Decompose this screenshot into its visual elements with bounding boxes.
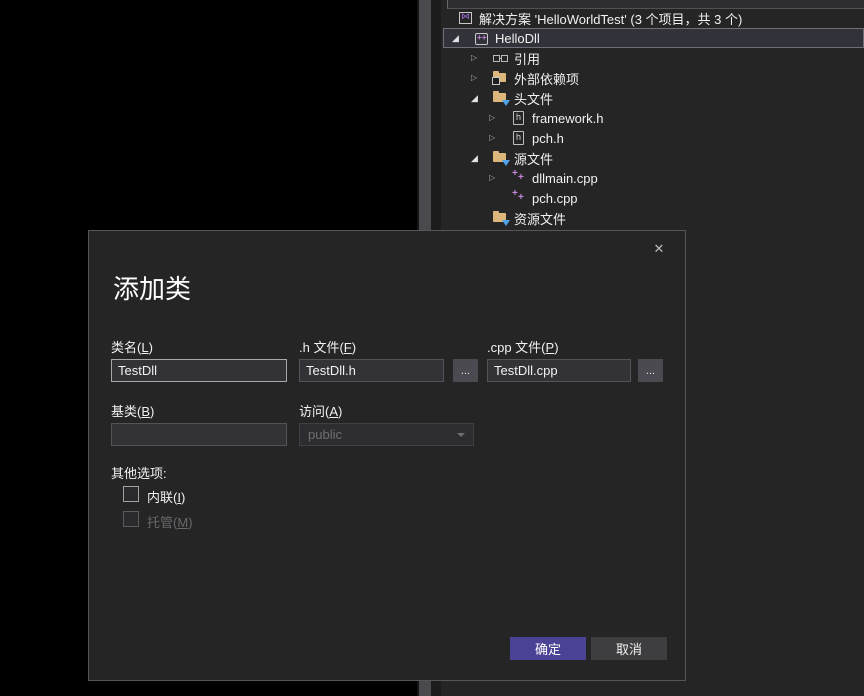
class-name-input[interactable] <box>111 359 287 382</box>
tree-item-label: 外部依赖项 <box>514 69 579 88</box>
class-name-label: 类名(L) <box>111 337 153 356</box>
managed-checkbox <box>123 511 139 527</box>
managed-checkbox-label: 托管(M) <box>147 512 193 531</box>
header-file-icon <box>511 110 527 126</box>
tree-item-label: dllmain.cpp <box>532 171 598 186</box>
tree-item-header-folder[interactable]: ◢ 头文件 <box>443 88 864 108</box>
access-dropdown-value: public <box>308 427 342 442</box>
tree-item-framework-h[interactable]: ▷ framework.h <box>443 108 864 128</box>
chevron-expanded-icon[interactable]: ◢ <box>471 148 493 168</box>
solution-explorer-tree: 解决方案 'HelloWorldTest' (3 个项目，共 3 个) ◢ He… <box>443 8 864 228</box>
filtered-folder-icon <box>493 210 509 226</box>
references-icon <box>493 50 509 66</box>
chevron-collapsed-icon[interactable]: ▷ <box>489 108 511 128</box>
inline-checkbox[interactable] <box>123 486 139 502</box>
filtered-folder-icon <box>493 90 509 106</box>
solution-icon <box>458 10 474 26</box>
tree-item-label: 引用 <box>514 49 540 68</box>
base-class-label: 基类(B) <box>111 401 154 420</box>
other-options-heading: 其他选项: <box>111 463 167 482</box>
cpp-file-icon <box>511 170 527 186</box>
chevron-collapsed-icon[interactable]: ▷ <box>471 68 493 88</box>
cpp-file-input[interactable] <box>487 359 631 382</box>
chevron-expanded-icon[interactable]: ◢ <box>452 28 474 48</box>
dialog-title: 添加类 <box>113 269 191 306</box>
tree-item-label: framework.h <box>532 111 604 126</box>
tree-item-pch-h[interactable]: ▷ pch.h <box>443 128 864 148</box>
h-file-input[interactable] <box>299 359 444 382</box>
tree-item-label: pch.cpp <box>532 191 578 206</box>
tree-item-solution[interactable]: 解决方案 'HelloWorldTest' (3 个项目，共 3 个) <box>443 8 864 28</box>
cpp-project-icon <box>474 30 490 46</box>
chevron-collapsed-icon[interactable]: ▷ <box>489 128 511 148</box>
h-file-browse-button[interactable]: ... <box>453 359 478 382</box>
tree-item-label: pch.h <box>532 131 564 146</box>
cpp-file-label: .cpp 文件(P) <box>487 337 559 356</box>
access-dropdown: public <box>299 423 474 446</box>
tree-item-pch-cpp[interactable]: pch.cpp <box>443 188 864 208</box>
tree-item-hellodll[interactable]: ◢ HelloDll <box>443 28 864 48</box>
filtered-folder-icon <box>493 150 509 166</box>
inline-checkbox-label: 内联(I) <box>147 487 185 506</box>
close-icon[interactable]: ✕ <box>649 239 669 259</box>
h-file-label: .h 文件(F) <box>299 337 356 356</box>
external-deps-folder-icon <box>493 70 509 86</box>
tree-item-label: 源文件 <box>514 149 553 168</box>
cpp-file-browse-button[interactable]: ... <box>638 359 663 382</box>
tree-item-external-deps[interactable]: ▷ 外部依赖项 <box>443 68 864 88</box>
add-class-dialog: ✕ 添加类 类名(L) .h 文件(F) .cpp 文件(P) ... ... … <box>88 230 686 681</box>
cancel-button[interactable]: 取消 <box>591 637 667 660</box>
tree-item-source-folder[interactable]: ◢ 源文件 <box>443 148 864 168</box>
chevron-down-icon <box>457 433 465 437</box>
cpp-file-icon <box>511 190 527 206</box>
tree-item-dllmain-cpp[interactable]: ▷ dllmain.cpp <box>443 168 864 188</box>
chevron-collapsed-icon[interactable]: ▷ <box>471 48 493 68</box>
tree-item-label: 头文件 <box>514 89 553 108</box>
ok-button[interactable]: 确定 <box>510 637 586 660</box>
header-file-icon <box>511 130 527 146</box>
tree-item-label: 解决方案 'HelloWorldTest' (3 个项目，共 3 个) <box>479 9 742 28</box>
chevron-collapsed-icon[interactable]: ▷ <box>489 168 511 188</box>
tree-item-references[interactable]: ▷ 引用 <box>443 48 864 68</box>
tree-item-resource-folder[interactable]: 资源文件 <box>443 208 864 228</box>
access-label: 访问(A) <box>299 401 342 420</box>
base-class-input[interactable] <box>111 423 287 446</box>
tree-item-label: 资源文件 <box>514 209 566 228</box>
tree-item-label: HelloDll <box>495 31 540 46</box>
chevron-expanded-icon[interactable]: ◢ <box>471 88 493 108</box>
